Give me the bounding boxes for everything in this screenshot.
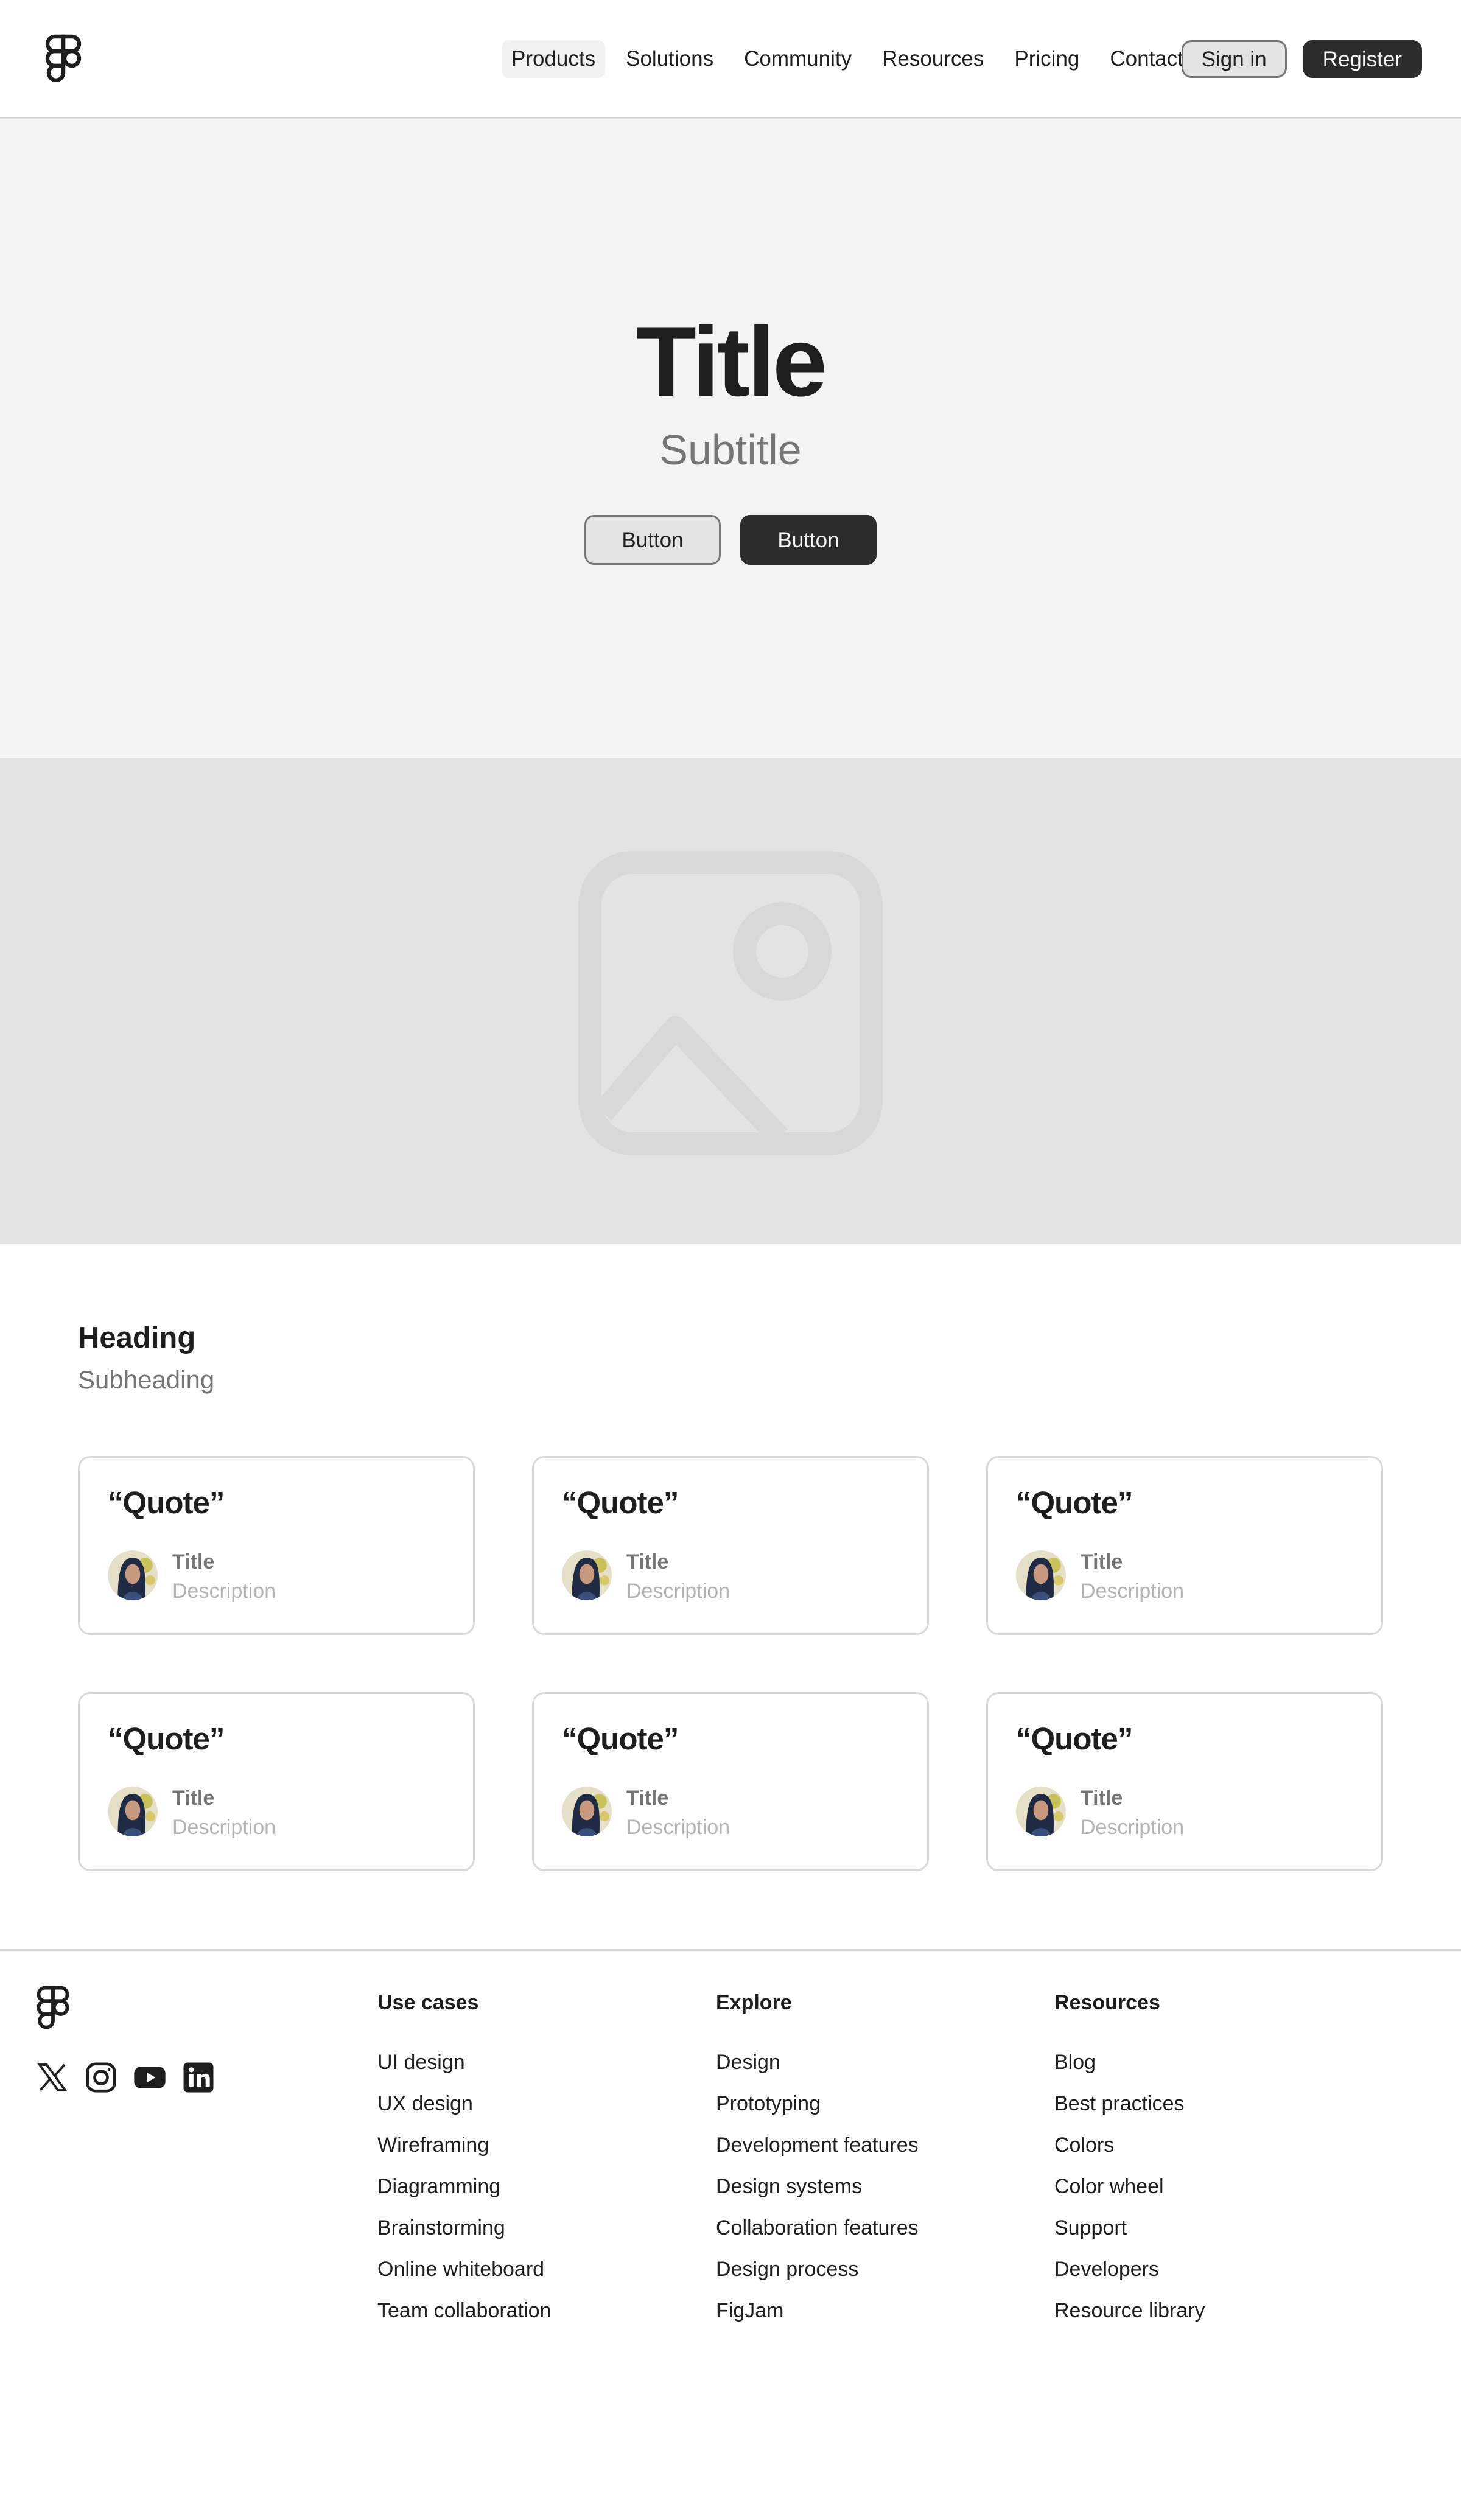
footer-link[interactable]: Best practices — [1054, 2093, 1205, 2114]
footer-column-use-cases: Use cases UI design UX design Wireframin… — [377, 1992, 551, 2342]
hero-section: Title Subtitle Button Button — [0, 119, 1461, 758]
footer-column-title: Explore — [716, 1991, 792, 2014]
header-actions: Sign in Register — [1181, 40, 1422, 78]
nav-item-solutions[interactable]: Solutions — [616, 40, 723, 78]
avatar — [1016, 1550, 1066, 1600]
testimonial-description: Description — [626, 1580, 730, 1603]
figma-logo-icon[interactable] — [44, 34, 83, 85]
testimonial-title: Title — [626, 1550, 669, 1573]
avatar — [108, 1550, 158, 1600]
testimonial-title: Title — [1081, 1787, 1123, 1810]
figma-logo-icon[interactable] — [35, 1985, 71, 2032]
testimonial-quote: “Quote” — [108, 1721, 225, 1756]
footer-link[interactable]: Color wheel — [1054, 2176, 1205, 2197]
footer-link[interactable]: Resource library — [1054, 2300, 1205, 2321]
testimonial-card: “Quote” Title Description — [532, 1692, 929, 1871]
footer-link[interactable]: Collaboration features — [716, 2217, 919, 2238]
hero-actions: Button Button — [0, 515, 1461, 565]
footer-column-title: Resources — [1054, 1991, 1160, 2014]
testimonial-card: “Quote” Title Description — [78, 1692, 475, 1871]
testimonial-quote: “Quote” — [562, 1485, 679, 1520]
hero-primary-button[interactable]: Button — [740, 515, 877, 565]
footer-link[interactable]: Development features — [716, 2135, 919, 2155]
hero-subtitle: Subtitle — [659, 426, 802, 474]
footer-link[interactable]: Team collaboration — [377, 2300, 551, 2321]
testimonial-description: Description — [1081, 1816, 1185, 1839]
footer-link[interactable]: UX design — [377, 2093, 551, 2114]
nav-item-contact[interactable]: Contact — [1100, 40, 1193, 78]
sign-in-button[interactable]: Sign in — [1181, 40, 1287, 78]
testimonial-card: “Quote” Title Description — [532, 1456, 929, 1635]
image-icon — [578, 851, 883, 1155]
nav-item-community[interactable]: Community — [734, 40, 861, 78]
avatar — [562, 1787, 612, 1836]
instagram-icon[interactable] — [84, 2060, 118, 2095]
footer-link[interactable]: Design — [716, 2052, 919, 2073]
site-footer: Use cases UI design UX design Wireframin… — [0, 1949, 1461, 2520]
testimonial-card: “Quote” Title Description — [986, 1456, 1383, 1635]
nav-item-pricing[interactable]: Pricing — [1004, 40, 1089, 78]
footer-link[interactable]: Blog — [1054, 2052, 1205, 2073]
avatar — [1016, 1787, 1066, 1836]
footer-link[interactable]: Online whiteboard — [377, 2259, 551, 2280]
avatar — [562, 1550, 612, 1600]
testimonial-description: Description — [172, 1816, 276, 1839]
section-heading: Heading — [78, 1321, 196, 1354]
testimonial-quote: “Quote” — [108, 1485, 225, 1520]
main-nav: Products Solutions Community Resources P… — [502, 40, 1193, 78]
testimonial-title: Title — [626, 1787, 669, 1810]
footer-link[interactable]: FigJam — [716, 2300, 919, 2321]
hero-title: Title — [636, 307, 827, 417]
testimonial-card: “Quote” Title Description — [78, 1456, 475, 1635]
register-button[interactable]: Register — [1302, 40, 1422, 78]
testimonial-title: Title — [172, 1550, 215, 1573]
testimonial-title: Title — [1081, 1550, 1123, 1573]
footer-column-title: Use cases — [377, 1991, 479, 2014]
footer-link[interactable]: UI design — [377, 2052, 551, 2073]
testimonial-description: Description — [172, 1580, 276, 1603]
footer-link[interactable]: Design process — [716, 2259, 919, 2280]
nav-item-products[interactable]: Products — [502, 40, 606, 78]
testimonial-quote: “Quote” — [1016, 1485, 1133, 1520]
social-links — [35, 2060, 215, 2095]
footer-link[interactable]: Diagramming — [377, 2176, 551, 2197]
footer-link[interactable]: Brainstorming — [377, 2217, 551, 2238]
linkedin-icon[interactable] — [181, 2060, 215, 2095]
nav-item-resources[interactable]: Resources — [872, 40, 993, 78]
site-header: Products Solutions Community Resources P… — [0, 0, 1461, 119]
testimonial-quote: “Quote” — [1016, 1721, 1133, 1756]
testimonial-quote: “Quote” — [562, 1721, 679, 1756]
section-subheading: Subheading — [78, 1365, 215, 1394]
footer-link[interactable]: Prototyping — [716, 2093, 919, 2114]
footer-link[interactable]: Support — [1054, 2217, 1205, 2238]
footer-column-explore: Explore Design Prototyping Development f… — [716, 1992, 919, 2342]
footer-column-resources: Resources Blog Best practices Colors Col… — [1054, 1992, 1205, 2342]
testimonial-title: Title — [172, 1787, 215, 1810]
footer-link[interactable]: Design systems — [716, 2176, 919, 2197]
x-icon[interactable] — [35, 2060, 69, 2095]
footer-link[interactable]: Developers — [1054, 2259, 1205, 2280]
hero-secondary-button[interactable]: Button — [584, 515, 721, 565]
testimonial-card: “Quote” Title Description — [986, 1692, 1383, 1871]
youtube-icon[interactable] — [133, 2060, 167, 2095]
testimonial-description: Description — [626, 1816, 730, 1839]
image-placeholder — [0, 758, 1461, 1244]
footer-link[interactable]: Wireframing — [377, 2135, 551, 2155]
testimonial-description: Description — [1081, 1580, 1185, 1603]
testimonial-grid: “Quote” Title Description “Quote” Title … — [78, 1456, 1383, 1871]
footer-link[interactable]: Colors — [1054, 2135, 1205, 2155]
avatar — [108, 1787, 158, 1836]
